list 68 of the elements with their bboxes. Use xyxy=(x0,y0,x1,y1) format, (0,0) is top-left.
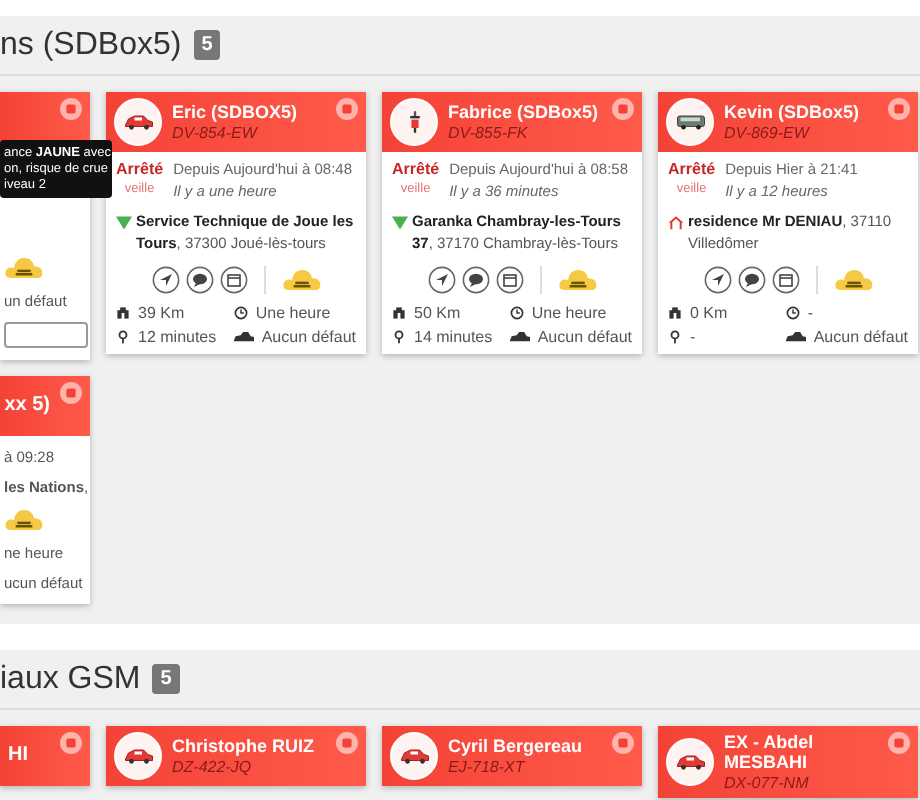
defects-text: Aucun défaut xyxy=(813,327,908,346)
map-pin-icon xyxy=(116,329,130,344)
navigate-icon[interactable] xyxy=(427,265,455,294)
count-badge: 5 xyxy=(193,30,221,60)
section-title: iaux GSM xyxy=(0,661,141,697)
calendar-icon[interactable] xyxy=(219,265,247,294)
calendar-icon[interactable] xyxy=(495,265,523,294)
license-plate: DV-855-FK xyxy=(448,123,530,142)
driver-name: Cyril Bergereau xyxy=(448,736,585,758)
weather-cloud-icon[interactable] xyxy=(833,267,873,292)
car-icon xyxy=(399,744,429,768)
clock-icon xyxy=(785,305,800,320)
license-plate: DV-869-EW xyxy=(724,123,812,142)
section-title: ns (SDBox5) xyxy=(0,27,182,63)
binoculars-icon xyxy=(668,305,682,320)
navigate-icon[interactable] xyxy=(703,265,731,294)
driver-name: Kevin (SDBox5) xyxy=(724,102,862,124)
status-label: Arrêté xyxy=(116,160,164,178)
weather-cloud-icon[interactable] xyxy=(557,267,597,292)
message-icon[interactable] xyxy=(737,265,765,294)
driver-name: Christophe RUIZ xyxy=(172,736,316,758)
location-marker-icon xyxy=(392,216,408,230)
duration-text: 14 minutes xyxy=(414,327,493,346)
car-silhouette-icon xyxy=(233,329,254,344)
time-text: Une heure xyxy=(531,303,607,322)
distance-text: 39 Km xyxy=(138,303,185,322)
duration-text: - xyxy=(690,327,696,346)
message-icon[interactable] xyxy=(185,265,213,294)
car-silhouette-icon xyxy=(509,329,530,344)
weather-cloud-icon[interactable] xyxy=(4,508,44,532)
status-label: Arrêté xyxy=(392,160,440,178)
map-pin-icon xyxy=(392,329,406,344)
binoculars-icon xyxy=(392,305,406,320)
car-icon xyxy=(123,744,153,768)
clock-icon xyxy=(233,305,248,320)
time-text: Une heure xyxy=(255,303,331,322)
car-icon xyxy=(123,110,153,134)
message-icon[interactable] xyxy=(461,265,489,294)
calendar-icon[interactable] xyxy=(771,265,799,294)
driver-name: EX - Abdel MESBAHI xyxy=(724,732,816,774)
distance-text: 50 Km xyxy=(414,303,461,322)
count-badge: 5 xyxy=(152,664,180,694)
navigate-icon[interactable] xyxy=(151,265,179,294)
defects-text: Aucun défaut xyxy=(537,327,632,346)
license-plate: DZ-422-JQ xyxy=(172,757,254,776)
license-plate: EJ-718-XT xyxy=(448,757,528,776)
location-marker-icon xyxy=(116,216,132,230)
driver-name: Eric (SDBOX5) xyxy=(172,102,300,124)
defects-text: Aucun défaut xyxy=(261,327,356,346)
house-icon xyxy=(668,216,684,230)
input-field[interactable] xyxy=(4,322,88,348)
binoculars-icon xyxy=(116,305,130,320)
driver-name: HI xyxy=(8,744,28,768)
car-icon xyxy=(675,749,705,774)
weather-cloud-icon[interactable] xyxy=(281,267,321,292)
driver-name: Fabrice (SDBox5) xyxy=(448,102,601,124)
map-pin-icon xyxy=(668,329,682,344)
duration-text: 12 minutes xyxy=(138,327,217,346)
time-text: - xyxy=(807,303,814,322)
license-plate: DX-077-NM xyxy=(724,773,811,792)
driver-name: xx 5) xyxy=(4,394,50,418)
car-silhouette-icon xyxy=(785,329,806,344)
distance-text: 0 Km xyxy=(690,303,728,322)
status-label: Arrêté xyxy=(668,160,716,178)
weather-cloud-icon[interactable] xyxy=(4,256,44,280)
clock-icon xyxy=(509,305,524,320)
bus-icon xyxy=(675,110,705,134)
license-plate: DV-854-EW xyxy=(172,123,260,142)
